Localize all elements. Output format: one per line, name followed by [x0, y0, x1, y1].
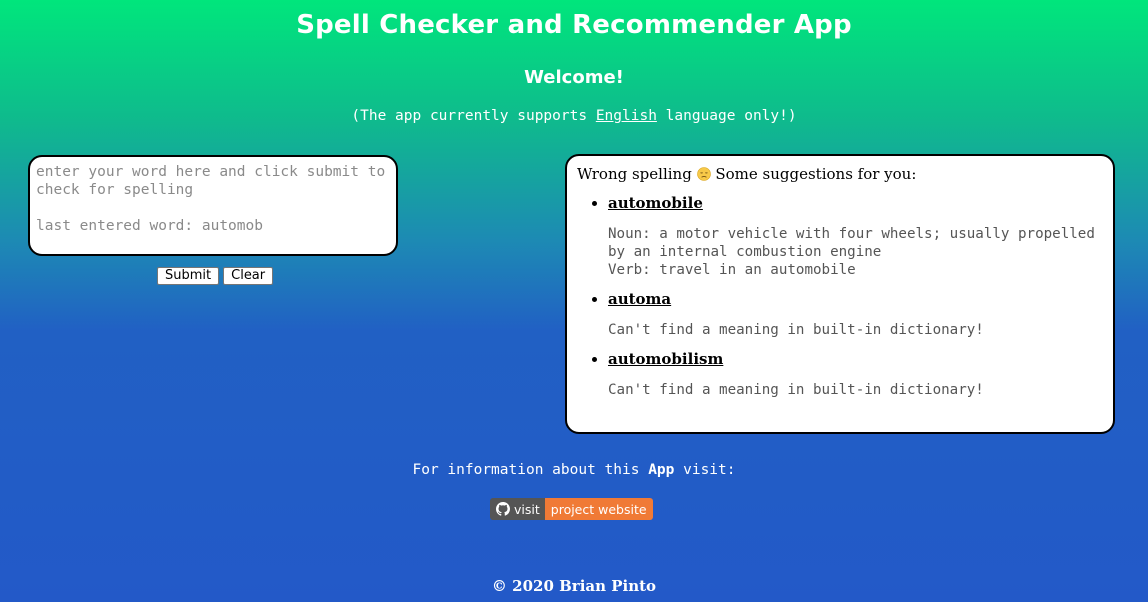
suggestion-item: automa Can't find a meaning in built-in …	[608, 289, 1103, 339]
input-buttons: Submit Clear	[157, 267, 274, 285]
badge-right-segment: project website	[544, 498, 653, 520]
language-support-note: (The app currently supports English lang…	[0, 108, 1148, 124]
word-input[interactable]	[28, 155, 398, 256]
suggestion-word-link[interactable]: automa	[608, 290, 671, 308]
suggestions-panel: Wrong spelling Some suggestions for you:…	[565, 154, 1115, 434]
welcome-heading: Welcome!	[524, 67, 624, 88]
badge-left-segment: visit	[490, 498, 545, 520]
suggestion-word-link[interactable]: automobilism	[608, 350, 723, 368]
support-note-prefix: (The app currently supports	[351, 108, 596, 124]
english-link[interactable]: English	[596, 108, 657, 124]
suggestions-heading-suffix: Some suggestions for you:	[710, 165, 917, 183]
info-suffix: visit:	[674, 462, 736, 478]
project-info-text: For information about this App visit:	[0, 462, 1148, 478]
suggestion-meaning: Can't find a meaning in built-in diction…	[608, 382, 984, 398]
info-prefix: For information about this	[412, 462, 649, 478]
suggestions-heading-prefix: Wrong spelling	[577, 165, 692, 183]
clear-button[interactable]: Clear	[223, 267, 274, 285]
suggestion-item: automobile Noun: a motor vehicle with fo…	[608, 193, 1103, 279]
support-note-suffix: language only!)	[656, 108, 797, 124]
app-title: Spell Checker and Recommender App	[296, 10, 852, 40]
suggestion-meaning: Can't find a meaning in built-in diction…	[608, 322, 984, 338]
badge-left-label: visit	[514, 501, 540, 517]
submit-button[interactable]: Submit	[157, 267, 220, 285]
suggestion-list: automobile Noun: a motor vehicle with fo…	[577, 193, 1103, 399]
badge-right-label: project website	[550, 501, 647, 517]
sad-face-icon	[696, 167, 711, 181]
footer-copyright: © 2020 Brian Pinto	[491, 577, 657, 595]
info-app-word: App	[648, 462, 675, 478]
github-icon	[496, 502, 510, 516]
suggestions-heading: Wrong spelling Some suggestions for you:	[577, 165, 1103, 183]
suggestion-meaning: Noun: a motor vehicle with four wheels; …	[608, 226, 1095, 278]
suggestion-word-link[interactable]: automobile	[608, 194, 703, 212]
project-website-badge[interactable]: visit project website	[490, 498, 653, 520]
suggestion-item: automobilism Can't find a meaning in bui…	[608, 349, 1103, 399]
